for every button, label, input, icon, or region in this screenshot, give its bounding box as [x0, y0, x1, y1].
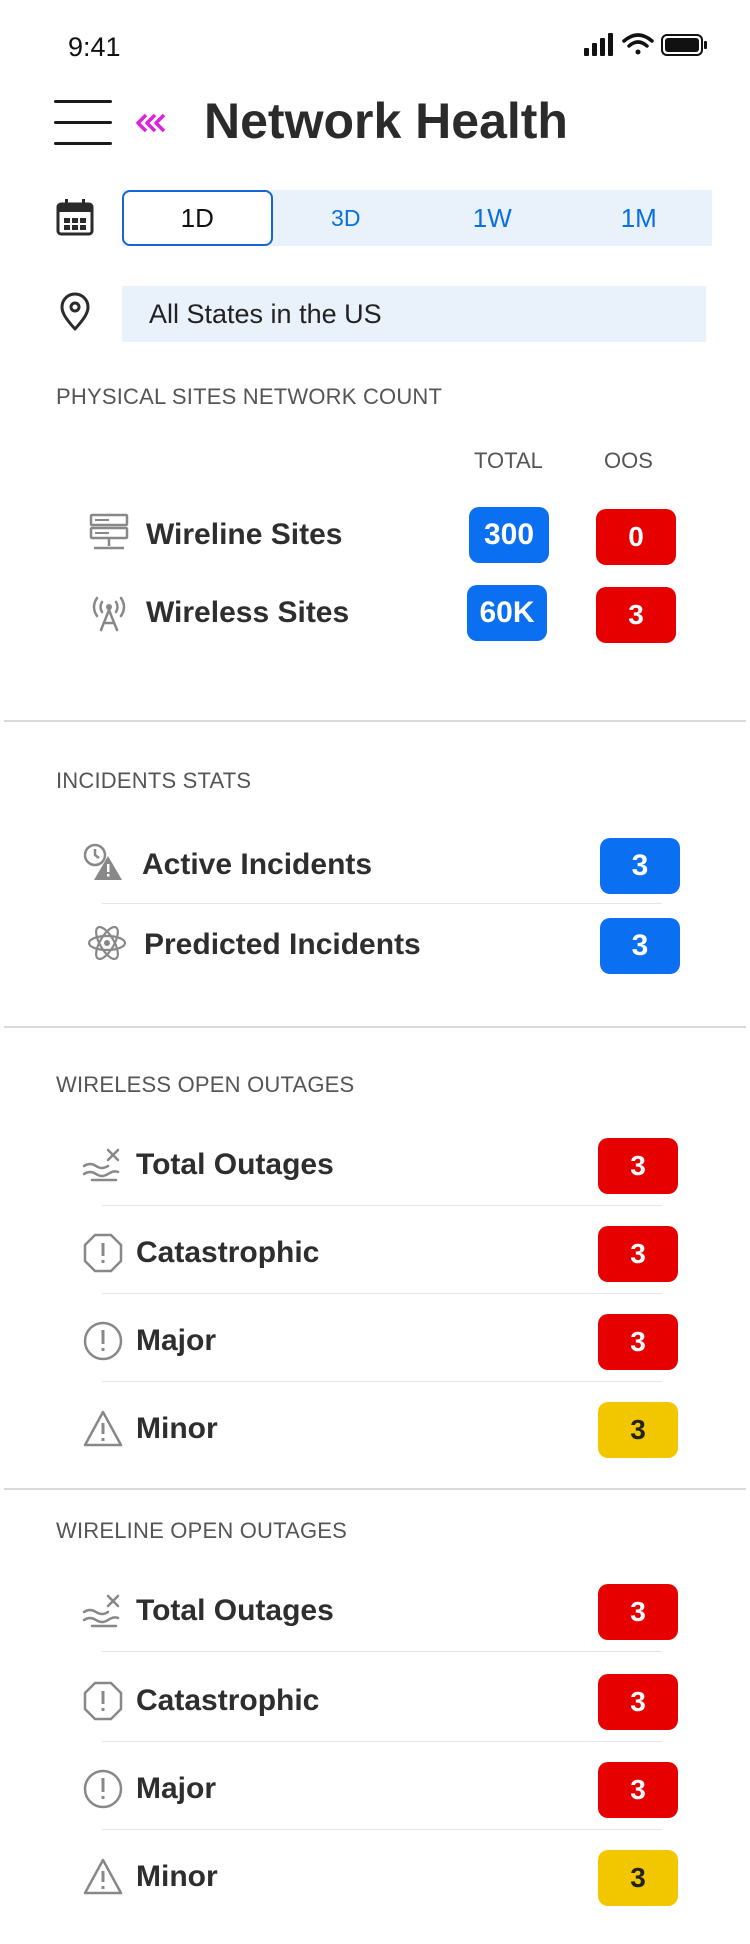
incident-count-badge: 3 — [600, 918, 680, 974]
site-label: Wireless Sites — [146, 596, 350, 629]
wireless-outage-row-total[interactable]: Total Outages 3 — [80, 1136, 680, 1196]
outage-count-badge: 3 — [598, 1584, 678, 1640]
row-divider — [102, 1381, 662, 1382]
row-divider — [102, 1829, 662, 1830]
circle-alert-icon — [83, 1769, 123, 1809]
wireless-outages-title: WIRELESS OPEN OUTAGES — [56, 1072, 355, 1097]
wireline-outages-title: WIRELINE OPEN OUTAGES — [56, 1518, 348, 1543]
total-badge: 60K — [467, 585, 547, 641]
wireless-outage-row-catastrophic[interactable]: Catastrophic 3 — [80, 1224, 680, 1284]
outage-label: Catastrophic — [136, 1684, 320, 1717]
location-icon — [60, 292, 90, 331]
wireline-outage-row-major[interactable]: Major 3 — [80, 1760, 680, 1820]
outage-count-badge: 3 — [598, 1674, 678, 1730]
site-row-wireless[interactable]: Wireless Sites 60K 3 — [80, 584, 680, 644]
wireline-outage-row-catastrophic[interactable]: Catastrophic 3 — [80, 1672, 680, 1732]
oos-column-header: OOS — [604, 448, 653, 473]
triangle-alert-icon — [83, 1410, 123, 1447]
back-arrows-icon[interactable] — [134, 108, 170, 138]
calendar-icon — [56, 199, 94, 236]
circle-alert-icon — [83, 1321, 123, 1361]
row-divider — [102, 903, 662, 904]
incident-label: Predicted Incidents — [144, 928, 421, 961]
outage-label: Total Outages — [136, 1594, 334, 1627]
section-divider — [4, 720, 746, 722]
outage-count-badge: 3 — [598, 1402, 678, 1458]
outage-label: Major — [136, 1772, 217, 1805]
date-range-1w[interactable]: 1W — [419, 190, 566, 246]
outage-label: Catastrophic — [136, 1236, 320, 1269]
octagon-alert-icon — [83, 1233, 123, 1273]
incidents-title: INCIDENTS STATS — [56, 768, 252, 793]
server-icon — [89, 513, 129, 550]
menu-button[interactable] — [54, 100, 112, 146]
outage-count-badge: 3 — [598, 1850, 678, 1906]
wireline-outage-row-minor[interactable]: Minor 3 — [80, 1848, 680, 1908]
row-divider — [102, 1205, 662, 1206]
section-divider — [4, 1026, 746, 1028]
antenna-icon — [92, 596, 126, 632]
signal-icon — [584, 33, 613, 56]
outage-count-badge: 3 — [598, 1138, 678, 1194]
triangle-alert-icon — [83, 1858, 123, 1895]
incident-alert-icon — [83, 843, 122, 880]
date-range-selector: 1D 3D 1W 1M — [122, 190, 712, 246]
date-range-3d[interactable]: 3D — [273, 190, 420, 246]
page-title: Network Health — [204, 93, 568, 149]
wifi-icon — [622, 33, 654, 55]
date-range-1m[interactable]: 1M — [566, 190, 713, 246]
status-time: 9:41 — [68, 32, 121, 62]
status-icons — [584, 33, 707, 56]
outage-label: Minor — [136, 1412, 218, 1445]
total-badge: 300 — [469, 507, 549, 563]
location-select[interactable]: All States in the US — [122, 286, 706, 342]
outage-label: Minor — [136, 1860, 218, 1893]
incident-row-predicted[interactable]: Predicted Incidents 3 — [80, 916, 680, 976]
wireline-outage-row-total[interactable]: Total Outages 3 — [80, 1582, 680, 1642]
outage-icon — [82, 1148, 120, 1182]
row-divider — [102, 1293, 662, 1294]
oos-badge: 3 — [596, 587, 676, 643]
incident-count-badge: 3 — [600, 838, 680, 894]
physical-sites-title: PHYSICAL SITES NETWORK COUNT — [56, 384, 443, 409]
octagon-alert-icon — [83, 1681, 123, 1721]
total-column-header: TOTAL — [474, 448, 543, 473]
outage-label: Total Outages — [136, 1148, 334, 1181]
atom-icon — [87, 925, 127, 961]
outage-count-badge: 3 — [598, 1314, 678, 1370]
outage-count-badge: 3 — [598, 1226, 678, 1282]
incident-label: Active Incidents — [142, 848, 373, 881]
site-label: Wireline Sites — [146, 518, 343, 551]
site-row-wireline[interactable]: Wireline Sites 300 0 — [80, 506, 680, 566]
incident-row-active[interactable]: Active Incidents 3 — [80, 836, 680, 896]
battery-icon — [661, 34, 707, 56]
row-divider — [102, 1651, 662, 1652]
outage-label: Major — [136, 1324, 217, 1357]
row-divider — [102, 1741, 662, 1742]
wireless-outage-row-major[interactable]: Major 3 — [80, 1312, 680, 1372]
oos-badge: 0 — [596, 509, 676, 565]
outage-icon — [82, 1594, 120, 1628]
date-range-1d[interactable]: 1D — [122, 190, 273, 246]
wireless-outage-row-minor[interactable]: Minor 3 — [80, 1400, 680, 1460]
section-divider — [4, 1488, 746, 1490]
outage-count-badge: 3 — [598, 1762, 678, 1818]
